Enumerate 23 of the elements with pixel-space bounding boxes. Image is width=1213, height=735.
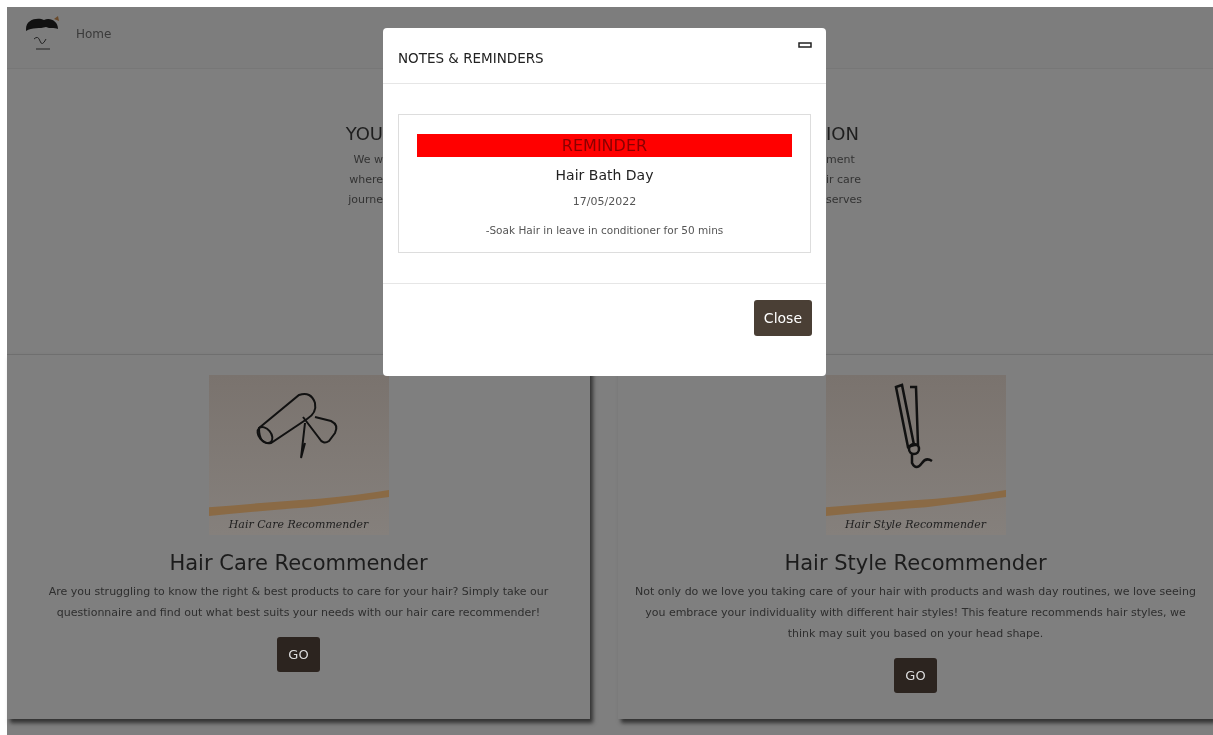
hero-text: ir care	[826, 172, 861, 188]
reminder-title: Hair Bath Day	[555, 167, 654, 183]
close-button[interactable]: Close	[753, 300, 812, 336]
reminder-note: -Soak Hair in leave in conditioner for 50 mins	[485, 224, 724, 236]
image-caption: Hair Style Recommender	[845, 517, 986, 533]
hero-heading: ION	[826, 123, 859, 144]
card-title: Hair Style Recommender	[784, 551, 1047, 575]
reminder-date: 17/05/2022	[572, 195, 637, 208]
hero-heading: YOU	[345, 123, 383, 144]
hero-text: We w	[353, 152, 383, 168]
minimize-icon[interactable]	[798, 42, 812, 48]
go-button[interactable]: GO	[277, 637, 320, 672]
hero-text: ment	[826, 152, 855, 168]
hero-text: serves	[826, 192, 863, 208]
dialog-title: NOTES & REMINDERS	[398, 50, 544, 66]
go-button[interactable]: GO	[894, 658, 937, 693]
hero-text: where	[349, 172, 383, 188]
image-caption: Hair Care Recommender	[228, 517, 369, 533]
hero-text: journe	[348, 192, 383, 208]
card-title: Hair Care Recommender	[169, 551, 428, 575]
card-description: Not only do we love you taking care of your hair with products and wash day routines, we love seeing you embrace your individuality with different hair styles! This feature recommends hair styles, we think may suit you based on your head shape.	[634, 584, 1197, 642]
reminder-badge: REMINDER	[417, 134, 792, 157]
card-description: Are you struggling to know the right & best products to care for your hair? Simply take our questionnaire and find out what best suits your needs with our hair care recommender!	[47, 584, 550, 621]
